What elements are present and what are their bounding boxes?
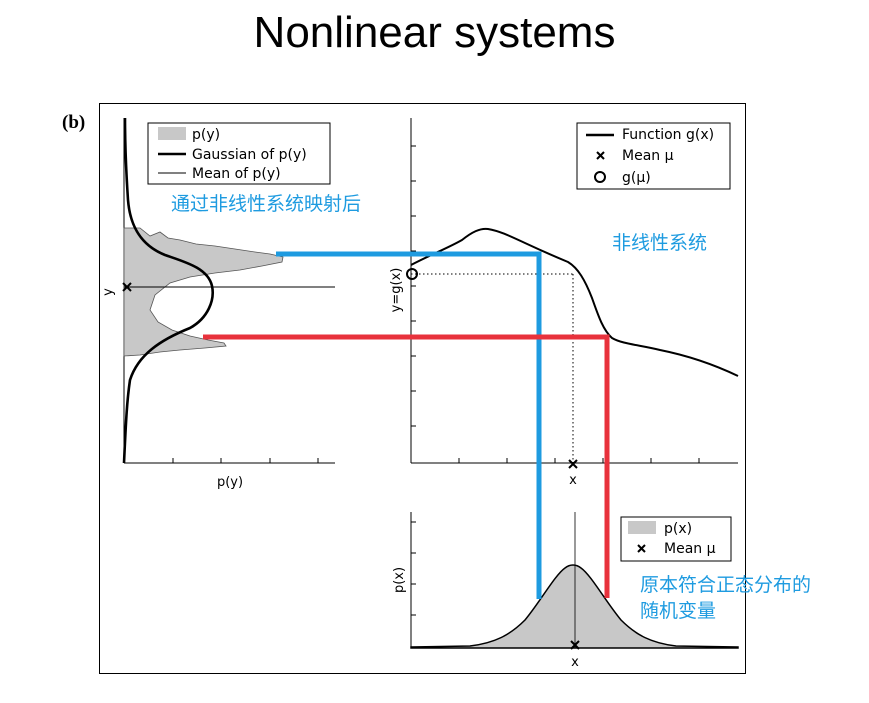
bottom-panel-ylabel: p(x) (392, 567, 407, 593)
left-panel-legend: p(y) Gaussian of p(y) Mean of p(y) (147, 122, 331, 185)
legend-label-mean-mu-bottom: Mean μ (664, 541, 716, 557)
blue-guide-line (276, 251, 542, 599)
legend-label-gx: Function g(x) (622, 127, 714, 143)
red-guide-line (203, 334, 610, 598)
left-panel-ylabel: y (101, 288, 116, 296)
legend-label-mean-mu: Mean μ (622, 148, 674, 164)
left-panel-xlabel: p(y) (217, 475, 243, 490)
bottom-panel-legend: p(x) Mean μ (620, 516, 732, 562)
top-panel-x-ticks (458, 458, 700, 463)
top-panel: x y=g(x) Function g(x) Mean μ g(μ) (389, 118, 739, 488)
annotation-nonlinear-system: 非线性系统 (612, 232, 707, 254)
bottom-panel-y-ticks (411, 521, 416, 616)
top-panel-xlabel: x (569, 473, 577, 488)
left-panel: p(y) y p(y) Gaussian of p(y) Mean of p(y… (101, 117, 335, 490)
figure-canvas: p(y) y p(y) Gaussian of p(y) Mean of p(y… (101, 117, 811, 670)
annotation-original-line2: 随机变量 (640, 600, 716, 622)
legend-label-g-mu: g(μ) (622, 170, 651, 186)
top-panel-y-ticks (411, 145, 416, 427)
left-panel-x-ticks (172, 458, 319, 463)
legend-label-px: p(x) (664, 521, 692, 537)
top-panel-legend: Function g(x) Mean μ g(μ) (576, 122, 731, 190)
top-panel-mean-marker (568, 459, 578, 469)
legend-label-gaussian: Gaussian of p(y) (192, 147, 307, 163)
annotation-original-line1: 原本符合正态分布的 (640, 574, 811, 596)
top-panel-ylabel: y=g(x) (389, 268, 404, 313)
bottom-panel-xlabel: x (571, 655, 579, 670)
legend-label-mean-py: Mean of p(y) (192, 166, 281, 182)
legend-swatch-px (628, 521, 656, 534)
legend-label-py: p(y) (192, 127, 220, 143)
legend-swatch-py (158, 127, 186, 140)
annotation-after-mapping: 通过非线性系统映射后 (171, 193, 361, 215)
